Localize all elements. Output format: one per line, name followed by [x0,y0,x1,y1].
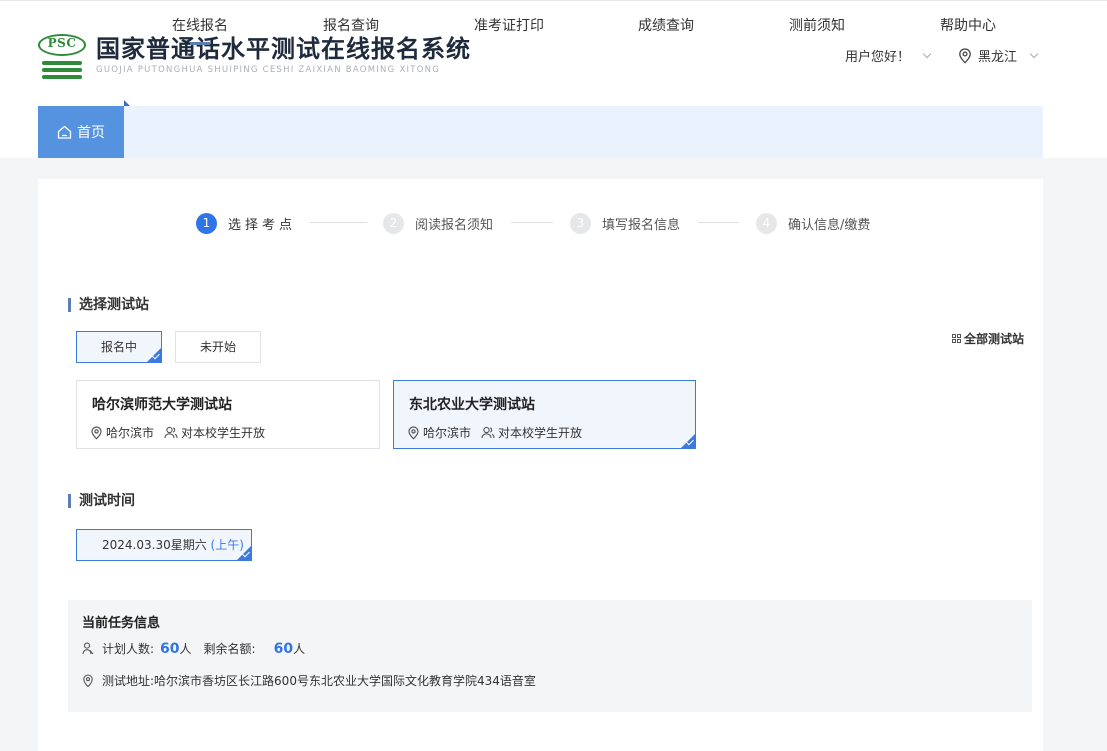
site-city: 哈尔滨市 [423,426,472,440]
step-select-site: 1 选择考点 [196,213,296,234]
chevron-down-icon [1029,49,1039,58]
tab-registering[interactable]: 报名中 [76,331,162,363]
address-label: 测试地址: [102,674,155,688]
plan-label: 计划人数: [102,642,155,656]
site-title-pinyin: GUOJIA PUTONGHUA SHUIPING CESHI ZAIXIAN … [96,65,441,75]
check-corner-icon [236,545,252,561]
step-confirm-pay: 4 确认信息/缴费 [756,213,870,234]
test-date: 2024.03.30星期六 [102,538,207,552]
select-site-heading: 选择测试站 [68,297,149,313]
nav-registration-query[interactable]: 报名查询 [323,1,379,53]
active-indicator [190,42,210,45]
site-name: 东北农业大学测试站 [409,397,535,413]
grid-icon [952,334,961,343]
nav-pre-test-notice[interactable]: 测前须知 [789,1,845,53]
psc-logo-icon: PSC [38,34,86,80]
remain-count: 60 [273,640,294,657]
plan-unit: 人 [179,642,192,656]
site-card[interactable]: 哈尔滨师范大学测试站 哈尔滨市 对本校学生开放 [76,380,380,449]
nav-help-center[interactable]: 帮助中心 [940,1,996,53]
header: PSC 国家普通话水平测试在线报名系统 GUOJIA PUTONGHUA SHU… [0,0,1107,158]
users-icon [164,426,178,439]
main-nav: 首页 [38,100,1043,158]
home-icon [57,125,72,139]
site-open-scope: 对本校学生开放 [498,426,583,440]
test-time-option[interactable]: 2024.03.30星期六 (上午) [76,529,252,561]
plan-count: 60 [160,640,180,657]
site-name: 哈尔滨师范大学测试站 [92,397,232,413]
user-menu[interactable]: 用户您好！ [845,46,932,65]
site-logo[interactable]: PSC 国家普通话水平测试在线报名系统 GUOJIA PUTONGHUA SHU… [38,34,471,80]
person-count-icon [82,642,94,655]
site-city: 哈尔滨市 [106,426,155,440]
task-info-panel: 当前任务信息 计划人数: 60 人 剩余名额: 60 人 测试地址: 哈尔滨市香… [68,600,1032,712]
step-read-notice: 2 阅读报名须知 [383,213,493,234]
quota-row: 计划人数: 60 人 剩余名额: 60 人 [82,640,305,657]
test-address: 哈尔滨市香坊区长江路600号东北农业大学国际文化教育学院434语音室 [154,674,536,688]
location-pin-icon [91,425,102,440]
nav-admission-ticket-print[interactable]: 准考证打印 [474,1,544,53]
test-time-heading: 测试时间 [68,493,135,509]
all-sites-link[interactable]: 全部测试站 [952,330,1024,347]
nav-score-query[interactable]: 成绩查询 [638,1,694,53]
task-info-title: 当前任务信息 [82,616,161,631]
step-connector [310,222,367,223]
site-title: 国家普通话水平测试在线报名系统 [96,34,471,63]
site-open-scope: 对本校学生开放 [181,426,266,440]
location-pin-icon [408,425,419,440]
nav-online-registration[interactable]: 在线报名 [172,1,228,53]
check-corner-icon [680,433,696,449]
tab-not-started[interactable]: 未开始 [175,331,261,363]
site-card-selected[interactable]: 东北农业大学测试站 哈尔滨市 对本校学生开放 [393,380,696,449]
check-corner-icon [146,347,162,363]
location-pin-icon [83,673,93,687]
nav-home[interactable]: 首页 [38,100,130,158]
remain-label: 剩余名额: [203,642,256,656]
chevron-down-icon [922,49,932,58]
step-fill-info: 3 填写报名信息 [570,213,680,234]
user-greeting: 用户您好！ [845,50,911,65]
address-row: 测试地址: 哈尔滨市香坊区长江路600号东北农业大学国际文化教育学院434语音室 [82,672,536,689]
remain-unit: 人 [293,642,306,656]
users-icon [481,426,495,439]
step-connector [698,222,739,223]
step-connector [511,222,553,223]
